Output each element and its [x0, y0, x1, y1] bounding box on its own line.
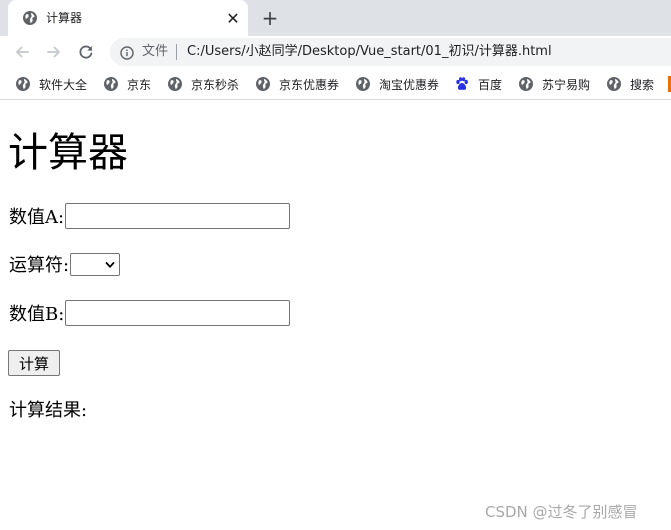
- globe-icon: [519, 77, 533, 91]
- bookmark-label: 百度: [478, 77, 503, 92]
- url-separator: [176, 44, 177, 60]
- reload-icon[interactable]: [75, 41, 97, 63]
- site-label: 文件: [142, 44, 169, 59]
- browser-toolbar: 文件 C:/Users/小赵同学/Desktop/Vue_start/01_初识…: [0, 36, 671, 68]
- watermark: CSDN @过冬了别感冒: [485, 503, 638, 521]
- globe-icon: [607, 77, 621, 91]
- forward-arrow-icon[interactable]: [43, 41, 65, 63]
- field-a-label: 数值A:: [9, 207, 65, 228]
- tab-title: 计算器: [46, 11, 83, 25]
- operator-row: 运算符:: [9, 251, 121, 277]
- address-bar[interactable]: 文件 C:/Users/小赵同学/Desktop/Vue_start/01_初识…: [110, 38, 671, 66]
- operator-select[interactable]: [70, 252, 121, 276]
- bookmark-label: 苏宁易购: [542, 77, 591, 92]
- bookmark-item[interactable]: 搜索: [606, 76, 654, 92]
- bookmark-item[interactable]: 京东秒杀: [167, 76, 239, 92]
- bookmark-label: 搜索: [630, 77, 655, 92]
- baidu-paw-icon: [456, 77, 468, 90]
- back-arrow-icon[interactable]: [11, 41, 33, 63]
- globe-icon: [16, 77, 30, 91]
- field-b-label: 数值B:: [9, 304, 65, 325]
- calculate-button[interactable]: 计算: [8, 350, 60, 376]
- result-label: 计算结果:: [9, 400, 88, 421]
- bookmark-item[interactable]: 京东: [103, 76, 151, 92]
- globe-icon: [22, 10, 38, 26]
- page-content: 计算器 数值A: 运算符: 数值B: 计算 计算结果:: [0, 101, 671, 530]
- bookmark-label: 淘宝优惠券: [379, 77, 440, 92]
- bookmarks-bar: 软件大全 京东 京东秒杀 京东优惠券 淘宝优惠券 百度 苏宁易购 搜索: [0, 68, 671, 100]
- field-a-row: 数值A:: [9, 203, 291, 229]
- bookmark-label: 软件大全: [39, 77, 88, 92]
- url-text[interactable]: C:/Users/小赵同学/Desktop/Vue_start/01_初识/计算…: [187, 44, 552, 60]
- page-title: 计算器: [8, 130, 128, 176]
- bookmark-item[interactable]: 软件大全: [15, 76, 87, 92]
- bookmark-item[interactable]: 京东优惠券: [255, 76, 339, 92]
- bookmark-item[interactable]: 百度: [454, 76, 502, 92]
- tab-strip: 计算器 ✕ +: [0, 0, 671, 36]
- bookmark-label: 京东秒杀: [191, 77, 240, 92]
- field-b-input[interactable]: [65, 300, 291, 326]
- field-b-row: 数值B:: [9, 300, 291, 326]
- field-a-input[interactable]: [65, 203, 291, 229]
- bookmark-label: 京东优惠券: [279, 77, 340, 92]
- chevron-down-icon: [105, 261, 115, 268]
- operator-label: 运算符:: [9, 255, 70, 276]
- globe-icon: [356, 77, 370, 91]
- close-tab-icon[interactable]: ✕: [224, 9, 242, 28]
- new-tab-button[interactable]: +: [258, 6, 282, 30]
- bookmark-item[interactable]: 苏宁易购: [518, 76, 590, 92]
- result-row: 计算结果:: [9, 398, 87, 424]
- info-icon[interactable]: [120, 45, 134, 60]
- globe-icon: [256, 77, 270, 91]
- bookmark-label: 京东: [127, 77, 152, 92]
- globe-icon: [104, 77, 118, 91]
- globe-icon: [168, 77, 182, 91]
- tab-calculator[interactable]: 计算器 ✕: [8, 0, 248, 36]
- bookmark-item[interactable]: 淘宝优惠券: [355, 76, 439, 92]
